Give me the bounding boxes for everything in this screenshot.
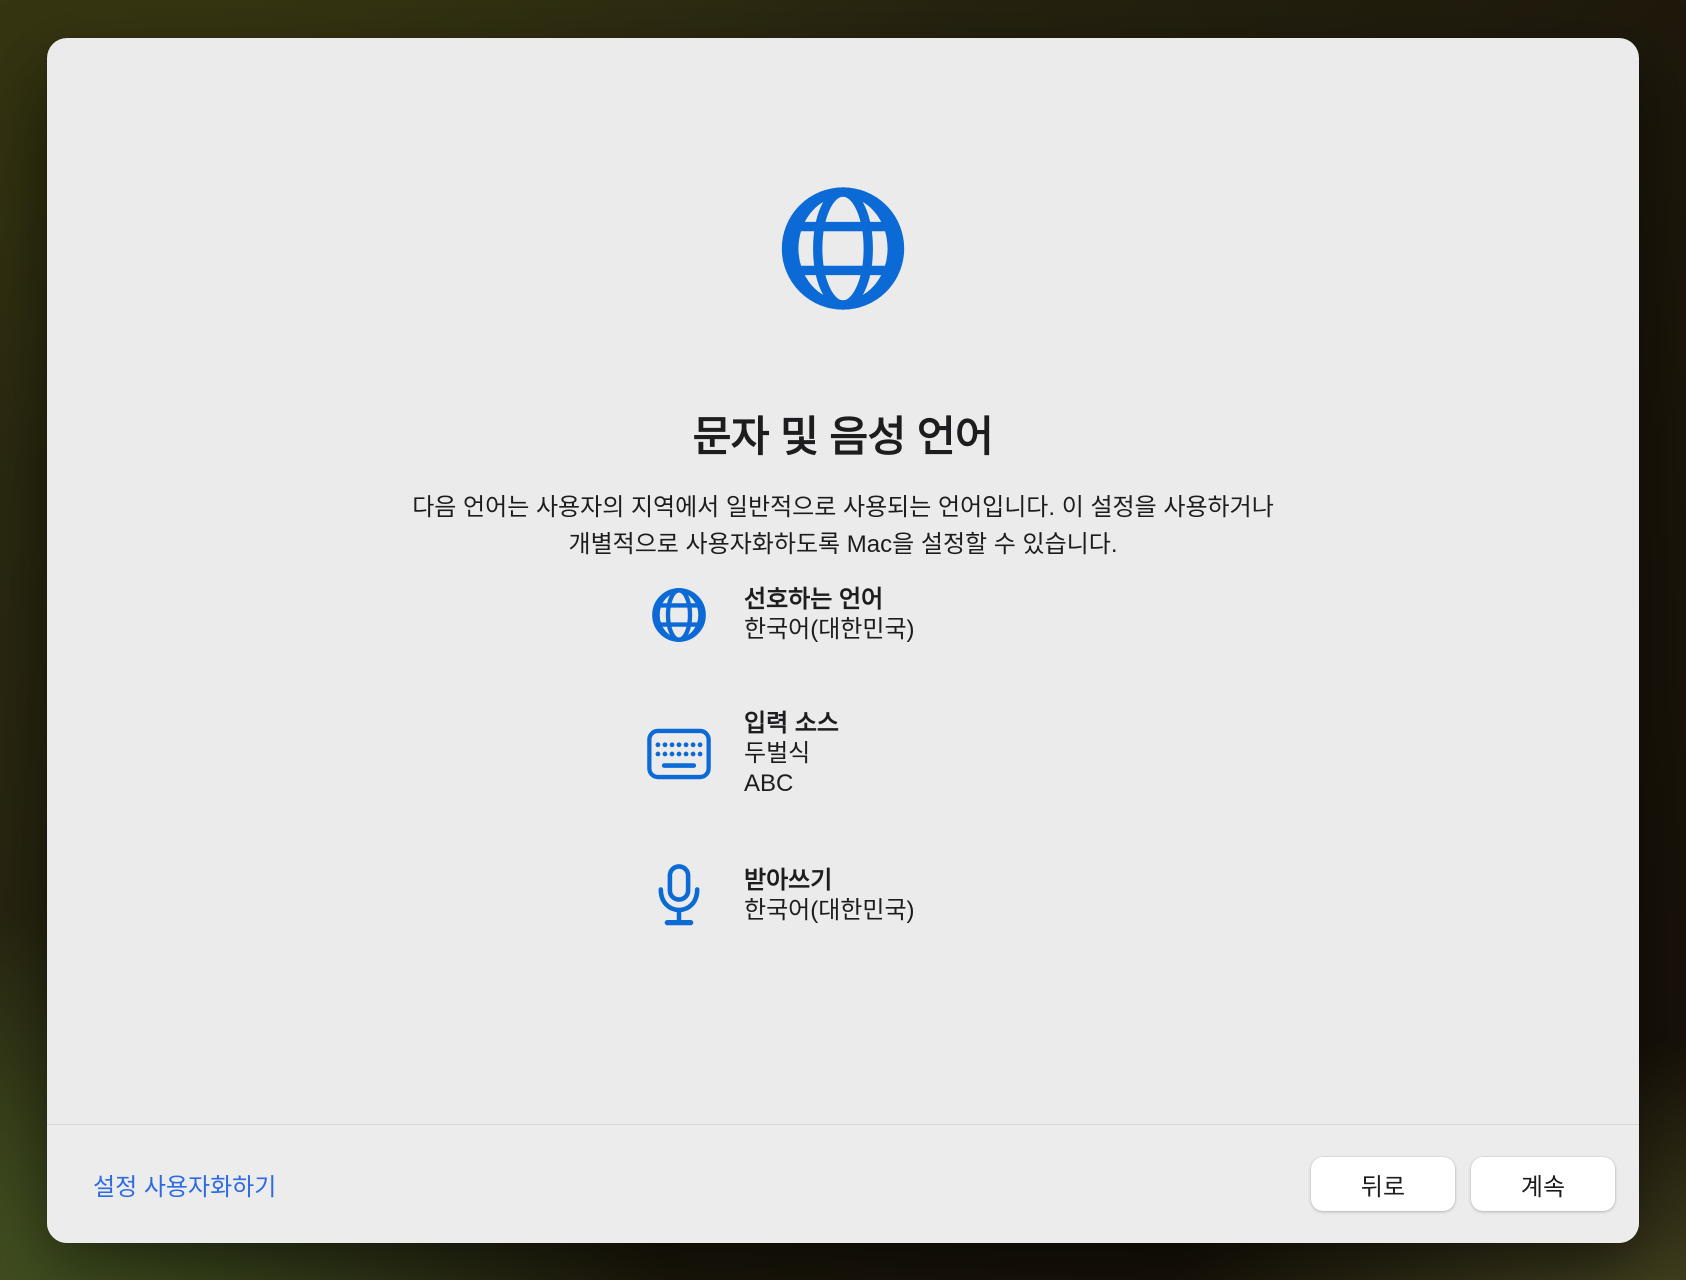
footer-buttons: 뒤로 계속 <box>1311 1157 1615 1211</box>
page-description-line2: 개별적으로 사용자화하도록 Mac을 설정할 수 있습니다. <box>47 526 1639 563</box>
back-button[interactable]: 뒤로 <box>1311 1157 1455 1211</box>
input-sources-row: 입력 소스 두벌식 ABC <box>646 709 915 799</box>
input-sources-text: 입력 소스 두벌식 ABC <box>744 709 839 799</box>
preferred-language-title: 선호하는 언어 <box>744 585 915 615</box>
footer-bar: 설정 사용자화하기 뒤로 계속 <box>47 1124 1639 1243</box>
keyboard-icon <box>646 727 712 781</box>
setup-assistant-window: 문자 및 음성 언어 다음 언어는 사용자의 지역에서 일반적으로 사용되는 언… <box>47 38 1639 1243</box>
customize-settings-link[interactable]: 설정 사용자화하기 <box>93 1167 276 1202</box>
page-title: 문자 및 음성 언어 <box>47 403 1639 464</box>
page-description-line1: 다음 언어는 사용자의 지역에서 일반적으로 사용되는 언어입니다. 이 설정을… <box>47 489 1639 526</box>
dictation-title: 받아쓰기 <box>744 866 915 896</box>
preferred-language-row: 선호하는 언어 한국어(대한민국) <box>646 585 915 645</box>
dictation-value: 한국어(대한민국) <box>744 896 915 926</box>
page-description: 다음 언어는 사용자의 지역에서 일반적으로 사용되는 언어입니다. 이 설정을… <box>47 489 1639 563</box>
continue-button[interactable]: 계속 <box>1471 1157 1615 1211</box>
globe-icon <box>646 586 712 644</box>
input-sources-title: 입력 소스 <box>744 709 839 739</box>
globe-icon <box>777 182 910 315</box>
microphone-icon <box>646 863 712 929</box>
preferred-language-value: 한국어(대한민국) <box>744 615 915 645</box>
input-sources-value-2: ABC <box>744 769 839 799</box>
preferred-language-text: 선호하는 언어 한국어(대한민국) <box>744 585 915 645</box>
language-settings-list: 선호하는 언어 한국어(대한민국) 입력 소스 두벌식 ABC <box>646 585 915 993</box>
dictation-row: 받아쓰기 한국어(대한민국) <box>646 863 915 929</box>
dictation-text: 받아쓰기 한국어(대한민국) <box>744 866 915 926</box>
input-sources-value-1: 두벌식 <box>744 739 839 769</box>
